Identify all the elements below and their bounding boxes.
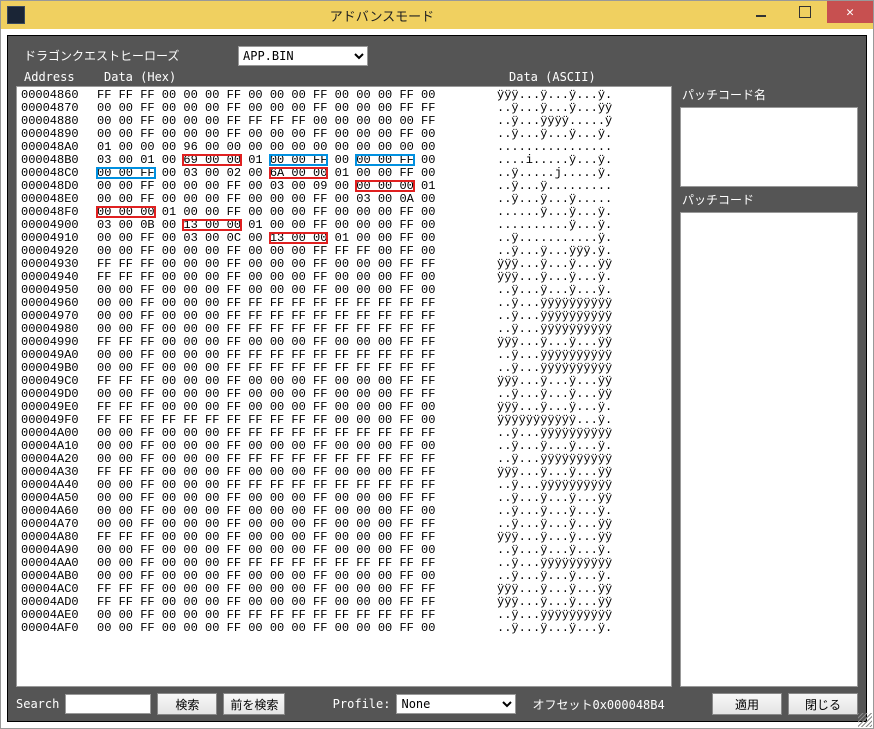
resize-grip-icon[interactable]	[858, 713, 872, 727]
address-cell: 00004AF0	[21, 622, 97, 635]
column-headers: Address Data (Hex) Data (ASCII)	[16, 70, 858, 84]
minimize-button[interactable]	[739, 1, 783, 23]
header-ascii: Data (ASCII)	[509, 70, 596, 84]
apply-button[interactable]: 適用	[712, 693, 782, 715]
file-select[interactable]: APP.BIN	[238, 46, 368, 66]
window-title: アドバンスモード	[25, 6, 739, 25]
profile-select[interactable]: None	[396, 694, 516, 714]
patch-code-box[interactable]	[680, 212, 858, 687]
title-bar[interactable]: アドバンスモード	[1, 1, 873, 29]
patch-name-box[interactable]	[680, 107, 858, 187]
maximize-button[interactable]	[783, 1, 827, 23]
header-address: Address	[24, 70, 104, 84]
app-window: アドバンスモード ドラゴンクエストヒーローズ APP.BIN Address D…	[0, 0, 874, 729]
search-label: Search	[16, 697, 59, 711]
hex-row[interactable]: 00004AF000 00 FF 00 00 00 FF 00 00 00 FF…	[21, 622, 667, 635]
search-input[interactable]	[65, 694, 151, 714]
offset-label: オフセット0x000048B4	[532, 696, 664, 713]
ascii-cell: ..ÿ...ÿ...ÿ...ÿ.	[497, 622, 612, 635]
close-button[interactable]: 閉じる	[788, 693, 858, 715]
game-title-label: ドラゴンクエストヒーローズ	[16, 47, 226, 64]
close-window-button[interactable]	[827, 1, 873, 23]
main-panel: ドラゴンクエストヒーローズ APP.BIN Address Data (Hex)…	[7, 35, 867, 722]
client-area: ドラゴンクエストヒーローズ APP.BIN Address Data (Hex)…	[1, 29, 873, 728]
patch-name-label: パッチコード名	[680, 86, 858, 103]
app-icon	[7, 6, 25, 24]
search-prev-button[interactable]: 前を検索	[223, 693, 285, 715]
bottom-bar: Search 検索 前を検索 Profile: None オフセット0x0000…	[16, 687, 858, 715]
patch-code-label: パッチコード	[680, 191, 858, 208]
header-hex: Data (Hex)	[104, 70, 509, 84]
search-button[interactable]: 検索	[157, 693, 217, 715]
hex-cell[interactable]: 00 00 FF 00 00 00 FF 00 00 00 FF 00 00 0…	[97, 622, 497, 635]
hex-viewer[interactable]: 00004860FF FF FF 00 00 00 FF 00 00 00 FF…	[16, 86, 672, 687]
side-panel: パッチコード名 パッチコード	[680, 86, 858, 687]
profile-label: Profile:	[333, 697, 391, 711]
